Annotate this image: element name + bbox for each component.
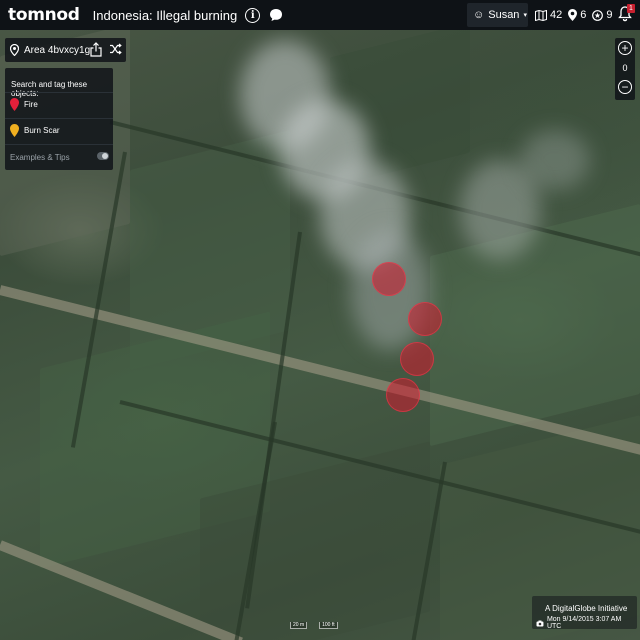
stat-value: 6 (580, 9, 587, 21)
user-menu-button[interactable]: ☺ Susan ▾ (467, 3, 528, 27)
badge-icon (592, 9, 604, 21)
area-id-label: Area 4bvxcy1g (24, 44, 91, 56)
stat-badges[interactable]: 9 (592, 9, 613, 21)
stat-value: 9 (606, 9, 613, 21)
user-stats: 42 6 9 (535, 0, 619, 30)
top-bar: tomnod Indonesia: Illegal burning i ☺ Su… (0, 0, 640, 30)
map-pin-icon (568, 9, 578, 21)
stat-tags[interactable]: 6 (568, 9, 586, 21)
fire-tag-marker[interactable] (408, 302, 442, 336)
info-icon[interactable]: i (245, 7, 261, 23)
digitalglobe-credit[interactable]: A DigitalGlobe Initiative (545, 604, 627, 613)
chat-bubble-icon[interactable] (269, 8, 283, 22)
yellow-map-pin-icon (10, 124, 19, 137)
scale-imperial: 100 ft (319, 622, 338, 629)
stat-maps[interactable]: 42 (535, 9, 562, 21)
imagery-credit: A DigitalGlobe Initiative Mon 9/14/2015 … (532, 596, 637, 630)
zoom-control: + 0 − (615, 38, 635, 100)
fire-tag-marker[interactable] (400, 342, 434, 376)
tag-option-burn-scar[interactable]: Burn Scar (10, 124, 110, 137)
scale-bar: 20 m 100 ft (290, 622, 338, 629)
shuffle-icon[interactable] (109, 43, 122, 55)
capture-date: Mon 9/14/2015 3:07 AM UTC (536, 616, 637, 630)
tag-option-label: Burn Scar (24, 126, 60, 135)
location-pin-icon[interactable] (10, 44, 19, 56)
capture-date-text: Mon 9/14/2015 3:07 AM UTC (546, 616, 622, 630)
user-name: Susan (488, 9, 520, 21)
zoom-in-button[interactable]: + (618, 41, 632, 55)
tag-option-label: Fire (24, 100, 38, 109)
chevron-down-icon: ▾ (523, 12, 527, 19)
divider (5, 118, 113, 119)
user-smiley-icon: ☺ (473, 9, 485, 21)
examples-tips-toggle[interactable] (97, 152, 109, 160)
divider (5, 144, 113, 145)
red-map-pin-icon (10, 98, 19, 111)
tag-objects-panel: Search and tag these objects: Fire Burn … (5, 68, 113, 170)
zoom-level: 0 (622, 63, 628, 73)
tomnod-logo[interactable]: tomnod (8, 5, 80, 25)
camera-icon (536, 620, 544, 626)
campaign-title: Indonesia: Illegal burning (92, 7, 238, 23)
zoom-out-button[interactable]: − (618, 80, 632, 94)
stat-value: 42 (550, 9, 563, 21)
smoke-plume (520, 130, 590, 190)
area-panel: Area 4bvxcy1g (5, 38, 126, 62)
notification-badge: 1 (627, 4, 635, 13)
map-icon (535, 9, 547, 21)
fire-tag-marker[interactable] (372, 262, 406, 296)
scale-metric: 20 m (290, 622, 308, 629)
tag-instructions: Search and tag these objects: (11, 80, 88, 98)
examples-tips-label[interactable]: Examples & Tips (10, 153, 70, 162)
share-icon[interactable] (90, 42, 102, 57)
fire-tag-marker[interactable] (386, 378, 420, 412)
tag-option-fire[interactable]: Fire (10, 98, 110, 111)
divider (5, 92, 113, 93)
